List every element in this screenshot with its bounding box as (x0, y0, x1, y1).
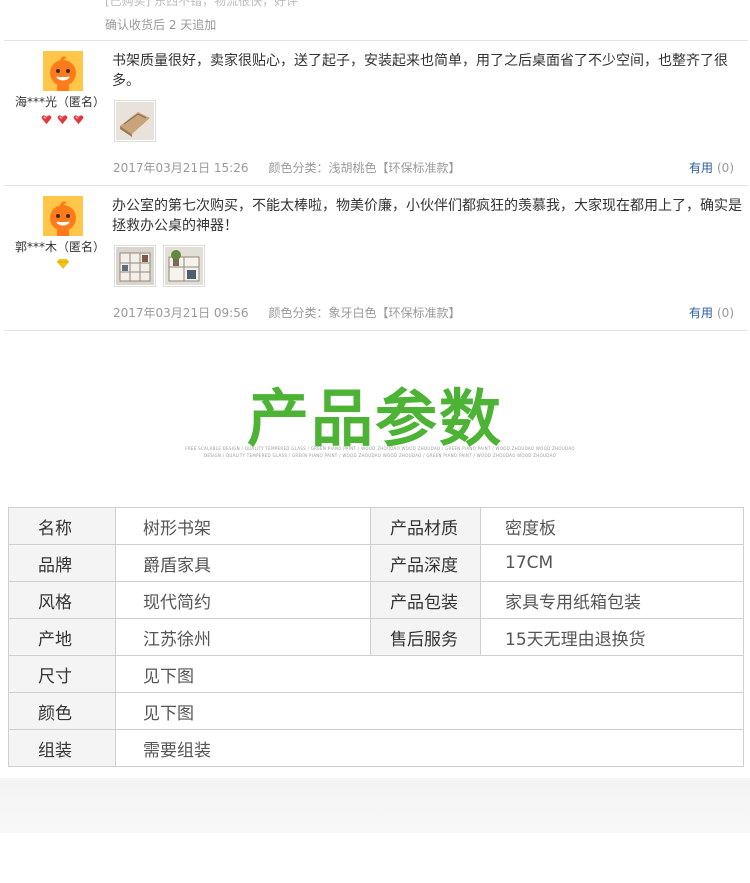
param-key: 颜色 (8, 692, 116, 730)
reviewer-level-badges (0, 259, 125, 271)
param-key: 产品材质 (370, 507, 481, 545)
param-value: 江苏徐州 (115, 618, 371, 656)
param-value: 树形书架 (115, 507, 371, 545)
review-divider (4, 185, 748, 186)
param-key: 品牌 (8, 544, 116, 582)
review-photo-thumbnail[interactable] (114, 100, 156, 142)
reviewer-level-badges (0, 114, 125, 126)
param-value: 爵盾家具 (115, 544, 371, 582)
review-photo-thumbnail[interactable] (163, 245, 205, 287)
review-meta: 2017年03月21日 15:26 颜色分类：浅胡桃色【环保标准款】 (113, 159, 461, 176)
reviewer-nick[interactable]: 郭***木（匿名） (0, 238, 120, 255)
table-row: 组装 需要组装 (8, 729, 744, 767)
param-key: 名称 (8, 507, 116, 545)
avatar[interactable] (43, 196, 83, 236)
table-row: 名称 树形书架 产品材质 密度板 (8, 507, 744, 545)
table-row: 尺寸 见下图 (8, 655, 744, 693)
param-key: 产品深度 (370, 544, 481, 582)
param-key: 产品包装 (370, 581, 481, 619)
param-key: 产地 (8, 618, 116, 656)
useful-label[interactable]: 有用 (689, 306, 713, 320)
useful-count: (0) (717, 306, 734, 320)
banner-title: 产品参数 (246, 382, 503, 455)
param-value: 见下图 (115, 655, 744, 693)
photo-image (165, 247, 203, 285)
banner-subtitle-line: DESIGN / QUALITY TEMPERED GLASS / GREEN … (203, 453, 557, 458)
red-heart-badge-icon (41, 115, 52, 125)
avatar-icon (43, 51, 83, 91)
review-divider (4, 40, 748, 41)
previous-review-text: [已购买] 东西不错，物流很快，好评 (105, 0, 299, 8)
red-heart-badge-icon (57, 115, 68, 125)
review-content: 办公室的第七次购买，不能太棒啦，物美价廉，小伙伴们都疯狂的羡慕我，大家现在都用上… (112, 198, 742, 234)
banner-subtitle-line: FREE SCALABLE DESIGN / QUALITY TEMPERED … (185, 446, 575, 451)
param-value: 密度板 (480, 507, 744, 545)
useful-button[interactable]: 有用 (0) (689, 159, 734, 176)
param-value: 家具专用纸箱包装 (480, 581, 744, 619)
avatar[interactable] (43, 51, 83, 91)
append-review-label: 确认收货后 2 天追加 (105, 18, 217, 32)
product-params-table: 名称 树形书架 产品材质 密度板 品牌 爵盾家具 产品深度 17CM 风格 现代… (8, 507, 744, 767)
param-key: 风格 (8, 581, 116, 619)
review-meta: 2017年03月21日 09:56 颜色分类：象牙白色【环保标准款】 (113, 304, 461, 321)
param-key: 尺寸 (8, 655, 116, 693)
param-value: 15天无理由退换货 (480, 618, 744, 656)
table-row: 风格 现代简约 产品包装 家具专用纸箱包装 (8, 581, 744, 619)
table-row: 颜色 见下图 (8, 692, 744, 730)
yellow-diamond-badge-icon (56, 259, 69, 269)
param-value: 见下图 (115, 692, 744, 730)
review-photos (114, 245, 212, 287)
param-key: 售后服务 (370, 618, 481, 656)
red-heart-badge-icon (73, 115, 84, 125)
photo-image (116, 102, 154, 140)
review-photo-thumbnail[interactable] (114, 245, 156, 287)
next-section-background (0, 778, 750, 833)
review-sku: 颜色分类：浅胡桃色【环保标准款】 (268, 161, 461, 175)
param-value: 17CM (480, 544, 744, 582)
reviewer-nick[interactable]: 海***光（匿名） (0, 93, 120, 110)
param-key: 组装 (8, 729, 116, 767)
table-row: 产地 江苏徐州 售后服务 15天无理由退换货 (8, 618, 744, 656)
review-content: 书架质量很好，卖家很贴心，送了起子，安装起来也简单，用了之后桌面省了不少空间，也… (112, 53, 728, 89)
review-date: 2017年03月21日 09:56 (113, 306, 249, 320)
useful-count: (0) (717, 161, 734, 175)
param-value: 现代简约 (115, 581, 371, 619)
previous-review-tail: [已购买] 东西不错，物流很快，好评 确认收货后 2 天追加 (0, 0, 750, 40)
review-photos (114, 100, 163, 142)
product-params-banner: 产品参数 FREE SCALABLE DESIGN / QUALITY TEMP… (0, 338, 750, 478)
avatar-icon (43, 196, 83, 236)
review-divider (4, 330, 748, 331)
review-date: 2017年03月21日 15:26 (113, 161, 249, 175)
useful-button[interactable]: 有用 (0) (689, 304, 734, 321)
param-value: 需要组装 (115, 729, 744, 767)
table-row: 品牌 爵盾家具 产品深度 17CM (8, 544, 744, 582)
photo-image (116, 247, 154, 285)
useful-label[interactable]: 有用 (689, 161, 713, 175)
review-sku: 颜色分类：象牙白色【环保标准款】 (268, 306, 461, 320)
